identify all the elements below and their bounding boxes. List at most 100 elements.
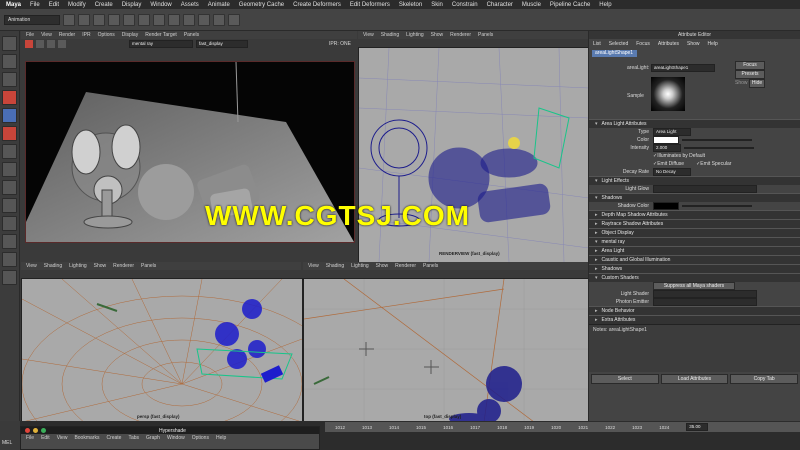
tr-menu-shading[interactable]: Shading [381, 32, 399, 38]
menu-muscle[interactable]: Muscle [522, 2, 541, 8]
menu-create[interactable]: Create [95, 2, 113, 8]
photon-emitter-field[interactable] [653, 298, 757, 306]
section-light-effects[interactable]: ▾ Light Effects [589, 176, 800, 185]
scale-tool-icon[interactable] [2, 126, 17, 141]
hide-button[interactable]: Hide [749, 79, 765, 88]
snap-grid-icon[interactable] [153, 13, 165, 26]
menu-file[interactable]: File [30, 2, 40, 8]
zoom-window-icon[interactable] [41, 428, 46, 433]
manipulator-icon[interactable] [2, 144, 17, 159]
refresh-icon[interactable] [47, 40, 55, 48]
bl-menu-panels[interactable]: Panels [141, 263, 156, 269]
shadow-color-slider[interactable] [682, 205, 752, 207]
ae-menu-show[interactable]: Show [687, 41, 700, 47]
save-scene-icon[interactable] [93, 13, 105, 26]
color-swatch[interactable] [653, 136, 679, 144]
load-attributes-button[interactable]: Load Attributes [660, 374, 729, 384]
layout-outliner-icon[interactable] [2, 234, 17, 249]
br-menu-panels[interactable]: Panels [423, 263, 438, 269]
menu-constrain[interactable]: Constrain [452, 2, 478, 8]
suppress-maya-shaders-button[interactable]: Suppress all Maya shaders [653, 282, 735, 290]
rv-menu-panels[interactable]: Panels [184, 32, 199, 38]
select-by-component-icon[interactable] [138, 13, 150, 26]
copy-tab-button[interactable]: Copy Tab [730, 374, 799, 384]
bl-menu-shading[interactable]: Shading [44, 263, 62, 269]
hs-menu-view[interactable]: View [57, 435, 68, 441]
node-name-field[interactable]: areaLightShape1 [651, 64, 715, 72]
section-caustic[interactable]: ▸ Caustic and Global Illumination [589, 255, 800, 264]
hs-menu-tabs[interactable]: Tabs [128, 435, 139, 441]
light-glow-field[interactable] [653, 185, 757, 193]
focus-button[interactable]: Focus [735, 61, 765, 70]
section-area-light[interactable]: ▸ Area Light [589, 246, 800, 255]
rv-menu-options[interactable]: Options [98, 32, 115, 38]
menu-geometry-cache[interactable]: Geometry Cache [239, 2, 284, 8]
current-frame-field[interactable]: 35.00 [686, 423, 709, 431]
last-tool-icon[interactable] [2, 162, 17, 177]
section-mental-ray[interactable]: ▾ mental ray [589, 237, 800, 246]
select-by-object-icon[interactable] [123, 13, 135, 26]
menu-create-deformers[interactable]: Create Deformers [293, 2, 341, 8]
section-object-display[interactable]: ▸ Object Display [589, 228, 800, 237]
ae-tab-arealightshape[interactable]: areaLightShape1 [592, 50, 637, 57]
layout-graph-icon[interactable] [2, 252, 17, 267]
section-depth-map[interactable]: ▸ Depth Map Shadow Attributes [589, 210, 800, 219]
rv-menu-file[interactable]: File [26, 32, 34, 38]
hs-menu-edit[interactable]: Edit [41, 435, 50, 441]
time-slider[interactable]: 1012 1013 1014 1015 1016 1017 1018 1019 1020 1… [325, 422, 800, 432]
ae-menu-list[interactable]: List [593, 41, 601, 47]
menu-window[interactable]: Window [150, 2, 171, 8]
rv-menu-display[interactable]: Display [122, 32, 138, 38]
bl-menu-renderer[interactable]: Renderer [113, 263, 134, 269]
section-raytrace[interactable]: ▸ Raytrace Shadow Attributes [589, 219, 800, 228]
hs-menu-bookmarks[interactable]: Bookmarks [74, 435, 99, 441]
new-scene-icon[interactable] [63, 13, 75, 26]
renderer-select[interactable]: mental ray [129, 40, 193, 48]
select-button[interactable]: Select [591, 374, 659, 384]
menu-display[interactable]: Display [122, 2, 142, 8]
hs-menu-window[interactable]: Window [167, 435, 185, 441]
section-shadows-mr[interactable]: ▸ Shadows [589, 264, 800, 273]
bl-menu-lighting[interactable]: Lighting [69, 263, 87, 269]
tr-menu-panels[interactable]: Panels [478, 32, 493, 38]
menu-skeleton[interactable]: Skeleton [399, 2, 422, 8]
menu-skin[interactable]: Skin [431, 2, 443, 8]
layout-single-icon[interactable] [2, 180, 17, 195]
color-slider[interactable] [682, 139, 752, 141]
ae-menu-focus[interactable]: Focus [636, 41, 650, 47]
select-by-hierarchy-icon[interactable] [108, 13, 120, 26]
intensity-field[interactable]: 2.000 [653, 144, 681, 152]
tr-menu-lighting[interactable]: Lighting [406, 32, 424, 38]
open-scene-icon[interactable] [78, 13, 90, 26]
presets-button[interactable]: Presets [735, 70, 765, 79]
intensity-slider[interactable] [684, 147, 754, 149]
section-extra-attributes[interactable]: ▸ Extra Attributes [589, 315, 800, 324]
tr-menu-show[interactable]: Show [431, 32, 444, 38]
render-current-icon[interactable] [25, 40, 33, 48]
rv-menu-render-target[interactable]: Render Target [145, 32, 177, 38]
tr-menu-view[interactable]: View [363, 32, 374, 38]
rotate-tool-icon[interactable] [2, 108, 17, 123]
section-node-behavior[interactable]: ▸ Node Behavior [589, 306, 800, 315]
section-shadows[interactable]: ▾ Shadows [589, 193, 800, 202]
select-tool-icon[interactable] [2, 36, 17, 51]
menu-assets[interactable]: Assets [181, 2, 199, 8]
bl-viewport-canvas[interactable]: persp (fast_display) [21, 278, 303, 423]
rv-menu-render[interactable]: Render [59, 32, 75, 38]
br-viewport-canvas[interactable]: top (fast_display) [303, 278, 590, 423]
menu-edit[interactable]: Edit [49, 2, 59, 8]
rv-menu-ipr[interactable]: IPR [82, 32, 90, 38]
section-area-light-attributes[interactable]: ▾ Area Light Attributes [589, 119, 800, 128]
mode-selector[interactable]: Animation [4, 14, 60, 25]
br-menu-view[interactable]: View [308, 263, 319, 269]
ipr-render-icon[interactable] [213, 13, 225, 26]
menu-pipeline-cache[interactable]: Pipeline Cache [550, 2, 590, 8]
hs-menu-graph[interactable]: Graph [146, 435, 160, 441]
hs-menu-options[interactable]: Options [192, 435, 209, 441]
snap-point-icon[interactable] [183, 13, 195, 26]
bl-menu-show[interactable]: Show [94, 263, 107, 269]
paint-select-icon[interactable] [2, 72, 17, 87]
camera-select[interactable]: fast_display [196, 40, 248, 48]
ae-menu-help[interactable]: Help [708, 41, 718, 47]
render-settings-icon[interactable] [228, 13, 240, 26]
